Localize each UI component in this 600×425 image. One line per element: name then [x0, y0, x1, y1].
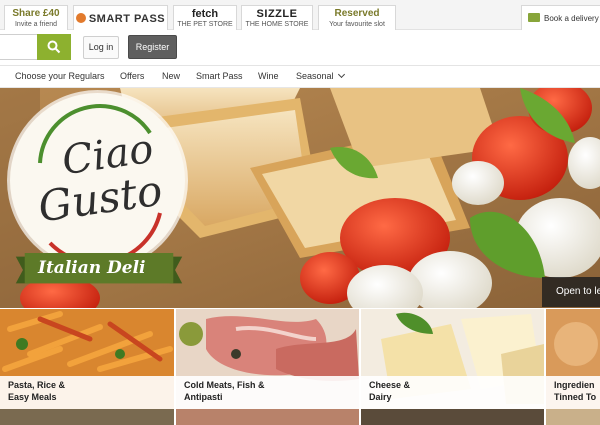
reserved-tab-title: Reserved — [334, 8, 380, 19]
tile-cold-meats[interactable]: Cold Meats, Fish & Antipasti — [176, 309, 359, 409]
smart-pass-logo-icon — [75, 13, 86, 24]
search-button[interactable] — [37, 34, 71, 60]
italian-deli-text: Italian Deli — [38, 258, 146, 278]
share-tab-title: Share £40 — [12, 8, 60, 19]
nav-item-regulars[interactable]: Choose your Regulars — [15, 71, 105, 81]
sizzle-tab-subtitle: THE HOME STORE — [245, 21, 309, 28]
nav-item-wine[interactable]: Wine — [258, 71, 279, 81]
tile-label-ingredients: Ingredien Tinned To — [554, 380, 597, 402]
fetch-tab-title: fetch — [191, 8, 219, 20]
sizzle-tab-title: SIZZLE — [256, 8, 298, 20]
open-to-tab[interactable]: Open to le — [542, 277, 600, 307]
next-tiles-row — [0, 409, 600, 425]
hero-banner[interactable]: Ciao Gusto Italian Deli Open to le — [0, 88, 600, 308]
sizzle-tab[interactable]: SIZZLE THE HOME STORE — [241, 5, 313, 30]
fetch-tab-subtitle: THE PET STORE — [177, 21, 233, 28]
tile-caption: Ingredien Tinned To — [546, 376, 600, 409]
share-tab-subtitle: Invite a friend — [14, 21, 58, 28]
tile-pasta[interactable]: Pasta, Rice & Easy Meals — [0, 309, 174, 409]
share-tab[interactable]: Share £40 Invite a friend — [4, 5, 68, 30]
truck-icon — [528, 13, 540, 22]
tile-label-cold-meats: Cold Meats, Fish & Antipasti — [184, 380, 265, 402]
reserved-tab[interactable]: Reserved Your favourite slot — [318, 5, 396, 30]
tile-caption: Cheese & Dairy — [361, 376, 544, 409]
nav-item-new[interactable]: New — [162, 71, 180, 81]
fetch-tab[interactable]: fetch THE PET STORE — [173, 5, 237, 30]
nav-item-seasonal[interactable]: Seasonal — [296, 70, 345, 81]
nav-item-smart-pass[interactable]: Smart Pass — [196, 71, 243, 81]
reserved-tab-subtitle: Your favourite slot — [329, 21, 385, 28]
search-input[interactable] — [0, 34, 38, 60]
tile-caption: Cold Meats, Fish & Antipasti — [176, 376, 359, 409]
tile-ingredients[interactable]: Ingredien Tinned To — [546, 309, 600, 409]
chevron-down-icon — [337, 70, 345, 79]
promo-bar: Share £40 Invite a friend SMART PASS fet… — [0, 0, 600, 30]
smart-pass-label: SMART PASS — [88, 13, 166, 25]
smart-pass-tab[interactable]: SMART PASS — [73, 5, 168, 30]
header-bar: Log in Register — [0, 30, 600, 66]
nav-item-offers[interactable]: Offers — [120, 71, 144, 81]
login-button[interactable]: Log in — [83, 36, 119, 59]
search-icon — [47, 40, 61, 54]
tile-caption: Pasta, Rice & Easy Meals — [0, 376, 174, 409]
book-delivery-tab[interactable]: Book a delivery — [521, 5, 600, 30]
tile-label-cheese: Cheese & Dairy — [369, 380, 411, 402]
tile-cheese[interactable]: Cheese & Dairy — [361, 309, 544, 409]
tile-label-pasta: Pasta, Rice & Easy Meals — [8, 380, 66, 402]
register-button[interactable]: Register — [128, 35, 177, 59]
main-nav: Choose your Regulars Offers New Smart Pa… — [0, 66, 600, 88]
nav-item-seasonal-label: Seasonal — [296, 71, 334, 81]
